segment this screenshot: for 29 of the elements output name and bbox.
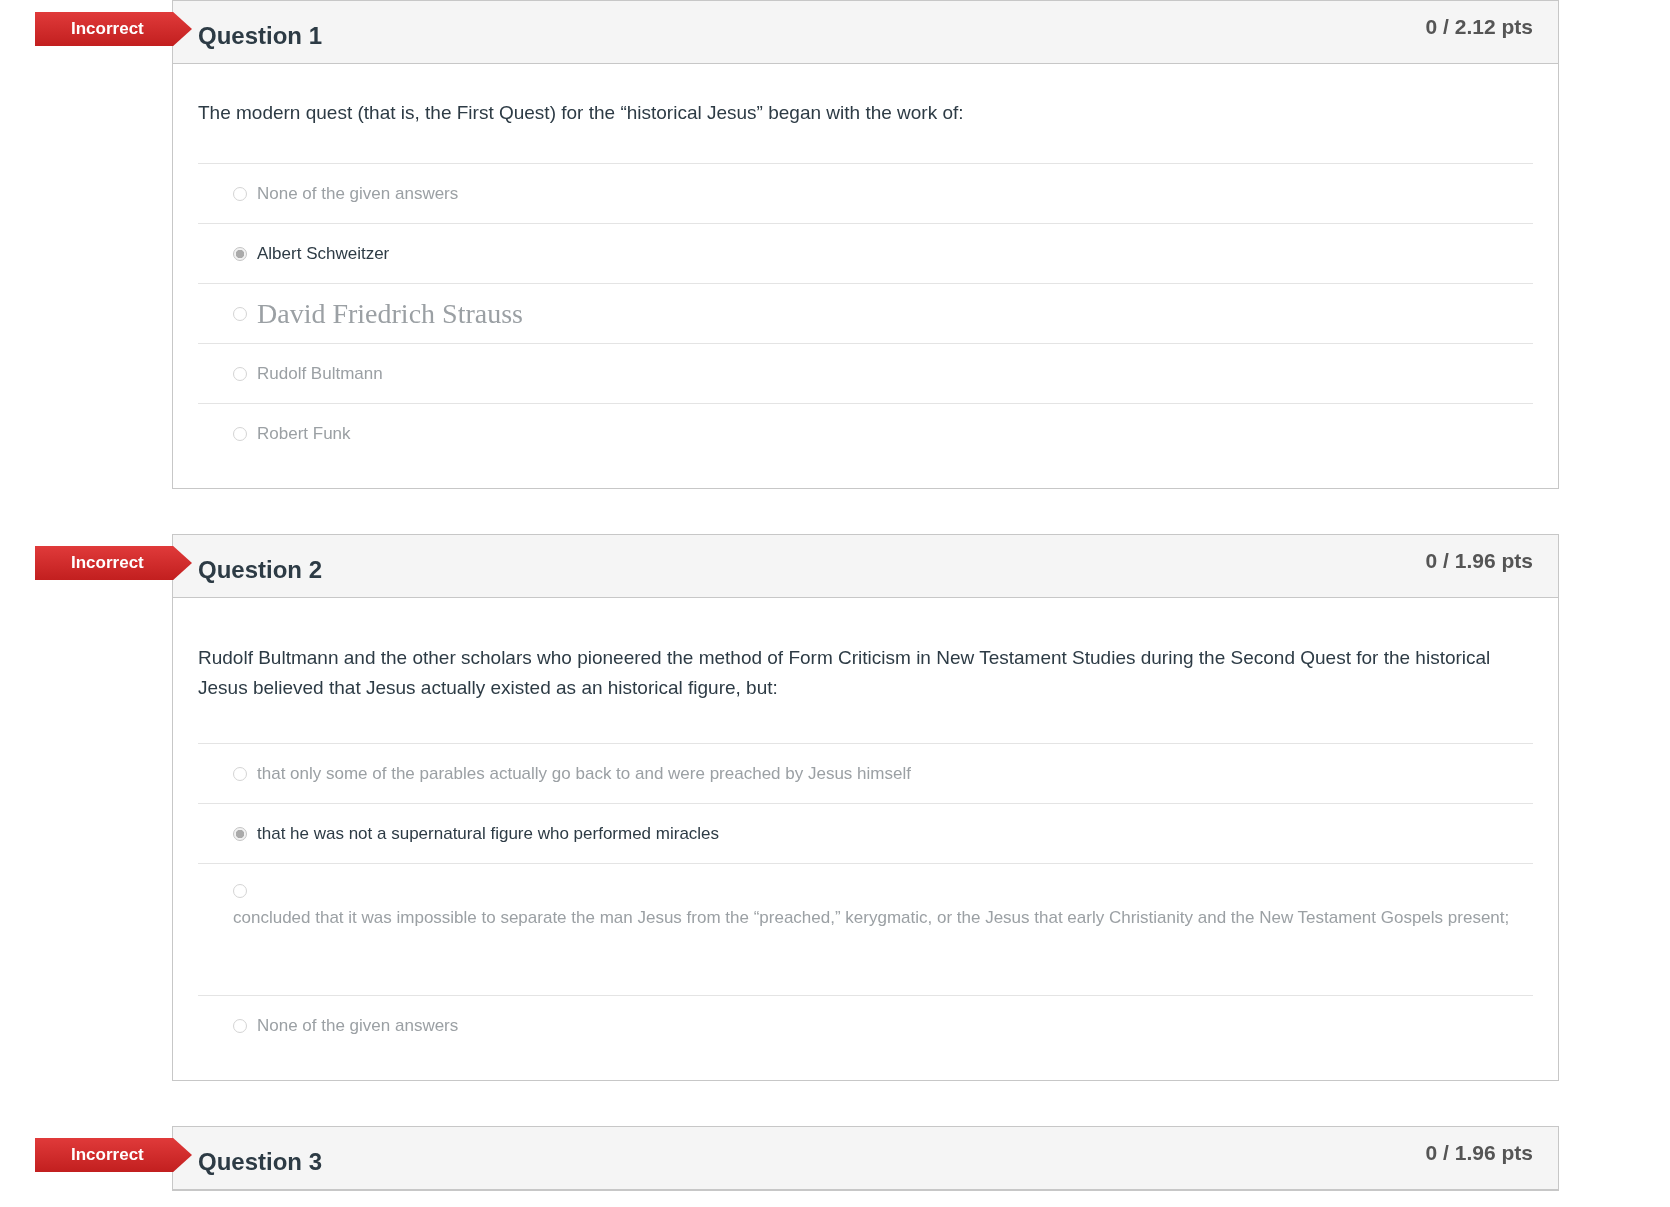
radio-button[interactable] (233, 766, 247, 781)
answer-label: concluded that it was impossible to separate the man Jesus from the “preached,” kerygmatic, or the Jesus that early Christianity and the New Testament Gospels present; (232, 907, 1510, 929)
status-banner: Incorrect (35, 1138, 192, 1172)
question-text: Rudolf Bultmann and the other scholars who pioneered the method of Form Criticism in New Testament Studies during the Second Quest for the historical Jesus believed that Jesus actually existed as an historical figure, but: (198, 646, 1492, 700)
answer-label: None of the given answers (257, 183, 459, 204)
radio-button[interactable] (233, 1018, 247, 1033)
answer-label: David Friedrich Strauss (257, 297, 523, 330)
answer-label: Robert Funk (257, 423, 351, 444)
question-title: Question 1 (198, 22, 323, 50)
radio-button[interactable] (233, 366, 247, 381)
status-banner: Incorrect (35, 12, 192, 46)
radio-button[interactable] (233, 246, 247, 261)
question-title: Question 2 (198, 556, 323, 584)
points-score: 0 / 2.12 pts (1425, 15, 1533, 40)
radio-button[interactable] (233, 306, 247, 321)
radio-button[interactable] (233, 426, 247, 441)
radio-button[interactable] (233, 884, 247, 898)
answer-label: Albert Schweitzer (257, 243, 390, 264)
answer-label: that only some of the parables actually go back to and were preached by Jesus himself (257, 763, 911, 784)
status-banner: Incorrect (35, 546, 192, 580)
question-title: Question 3 (198, 1148, 323, 1176)
answer-label: Rudolf Bultmann (257, 363, 383, 384)
answer-label: None of the given answers (257, 1015, 459, 1036)
points-score: 0 / 1.96 pts (1425, 549, 1533, 574)
answer-label: that he was not a supernatural figure who performed miracles (257, 823, 720, 844)
radio-button[interactable] (233, 186, 247, 201)
question-text: The modern quest (that is, the First Quest) for the “historical Jesus” began with the work of: (198, 101, 965, 125)
radio-button[interactable] (233, 826, 247, 841)
points-score: 0 / 1.96 pts (1425, 1141, 1533, 1166)
